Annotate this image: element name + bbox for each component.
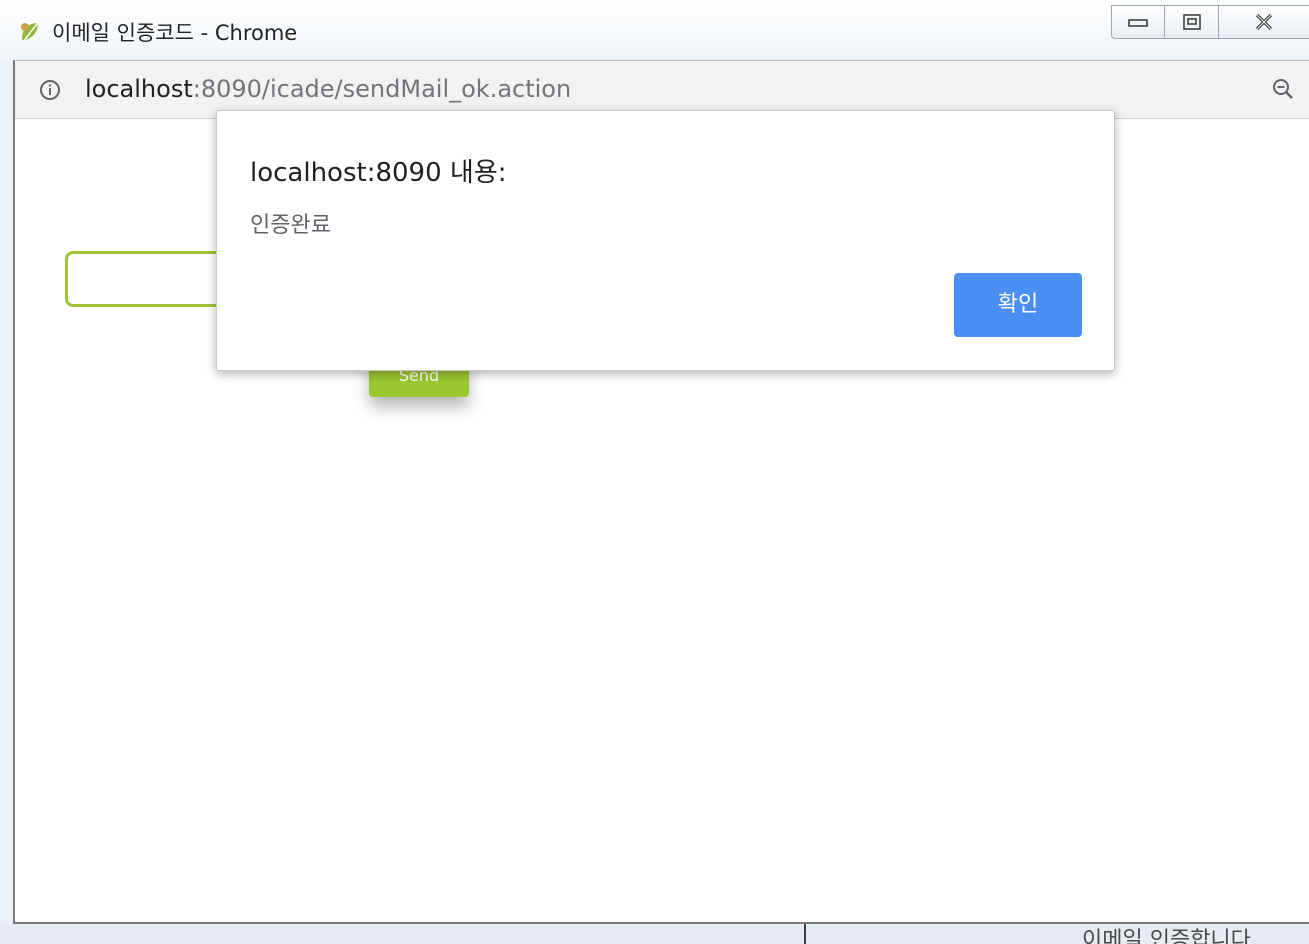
restore-button[interactable] [1165, 5, 1219, 39]
background-divider [804, 924, 806, 944]
zoom-out-icon[interactable] [1271, 77, 1295, 101]
window-titlebar[interactable]: 이메일 인증코드 - Chrome [0, 0, 1309, 60]
info-icon[interactable] [39, 79, 61, 101]
restore-icon [1182, 14, 1201, 30]
chrome-app-icon [21, 22, 39, 42]
dialog-title: localhost:8090 내용: [250, 158, 507, 188]
url-text[interactable]: localhost:8090/icade/sendMail_ok.action [85, 75, 571, 103]
url-path: :8090/icade/sendMail_ok.action [192, 75, 572, 103]
close-button[interactable] [1219, 5, 1309, 39]
ok-button[interactable]: 확인 [954, 273, 1082, 337]
screen: 이메일 인증코드 - Chrome localhost:8090/icade/s… [0, 0, 1309, 944]
window-title: 이메일 인증코드 - Chrome [52, 21, 298, 45]
minimize-icon [1128, 19, 1148, 27]
background-window-strip: 이메일 인증합니다 [0, 924, 1309, 944]
close-icon [1255, 13, 1273, 31]
url-host: localhost [85, 75, 193, 103]
dialog-message: 인증완료 [250, 213, 331, 238]
background-window-text: 이메일 인증합니다 [1082, 928, 1251, 944]
minimize-button[interactable] [1111, 5, 1165, 39]
alert-dialog: localhost:8090 내용: 인증완료 확인 [216, 110, 1115, 371]
window-controls [1111, 5, 1309, 39]
